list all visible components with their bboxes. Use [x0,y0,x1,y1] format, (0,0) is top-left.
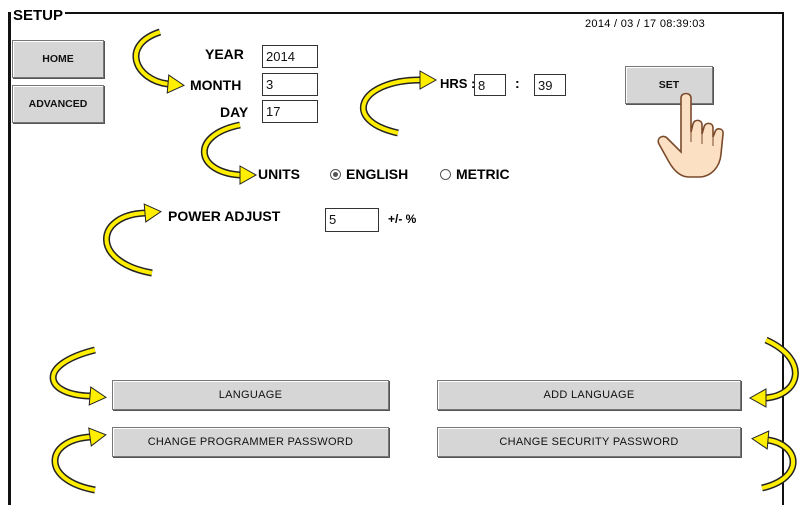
callout-arrows [49,28,799,494]
setup-screen: SETUP 2014 / 03 / 17 08:39:03 HOME ADVAN… [0,0,799,505]
hand-pointer-icon [657,92,724,178]
